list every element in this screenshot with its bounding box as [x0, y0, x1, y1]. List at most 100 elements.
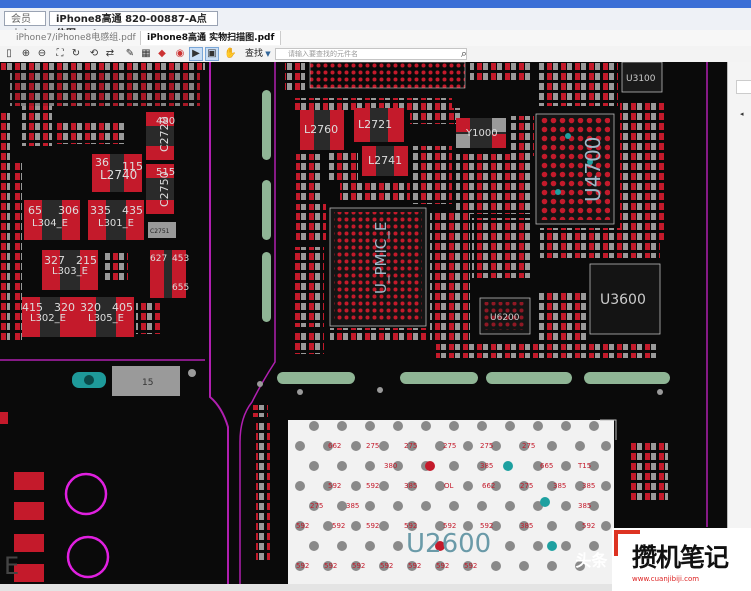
label-l305: L305_E [88, 313, 124, 324]
pin-label: 662 [328, 442, 341, 450]
label-c2750: C2750 [158, 171, 171, 207]
pin-label: 385 [404, 482, 417, 490]
pin-label: 592 [366, 482, 379, 490]
select-icon[interactable]: ▶ [189, 47, 203, 61]
label-l2741: L2741 [368, 154, 402, 167]
label-453: 453 [172, 254, 189, 264]
pin-label: 592 [296, 562, 309, 570]
pin-label: 592 [296, 522, 309, 530]
label-u-pmic: U_PMIC_E [372, 222, 391, 294]
label-l301: L301_E [98, 218, 134, 229]
label-65: 65 [28, 204, 42, 217]
label-435: 435 [122, 204, 143, 217]
member-center-tab[interactable]: 会员中心 [4, 11, 46, 40]
right-panel[interactable]: ◂ [727, 62, 751, 591]
label-u2600: U2600 [406, 529, 491, 559]
pin-label: 662 [482, 482, 495, 490]
pin-label: 385 [480, 462, 493, 470]
label-l2740: L2740 [100, 168, 137, 182]
chip-u2600[interactable]: 662 275 275 275 275 275 380 385 665 T15 … [288, 420, 614, 584]
zoom-out-icon[interactable]: ⊖ [36, 48, 48, 60]
label-c2751: C2751 [150, 228, 170, 235]
net-icon[interactable]: ◉ [174, 48, 186, 60]
measure-icon[interactable]: ▣ [205, 47, 219, 61]
inductor-l302[interactable]: 415 320 L302_E [22, 297, 78, 337]
rotate-icon[interactable]: ⟲ [88, 48, 100, 60]
pin-label: OL [444, 482, 454, 490]
capacitor-c2750[interactable]: 515 C2750 [146, 164, 175, 214]
label-15: 15 [142, 378, 153, 388]
chip-u3600[interactable]: U3600 [589, 263, 661, 335]
pin-label: 275 [480, 442, 493, 450]
inductor-l2741[interactable]: L2741 [362, 146, 408, 176]
label-335: 335 [90, 204, 111, 217]
pin-label: 385 [553, 482, 566, 490]
title-bar [0, 0, 751, 8]
label-l2760: L2760 [304, 123, 338, 136]
pin-label: 385 [520, 522, 533, 530]
inductor-l305[interactable]: 320 405 L305_E [78, 297, 134, 337]
refresh-icon[interactable]: ↻ [70, 48, 82, 60]
inductor-l303[interactable]: 327 215 L303_E [42, 250, 98, 290]
inductor-l301[interactable]: 335 435 L301_E [88, 200, 144, 240]
pan-icon[interactable]: ✋ [224, 48, 236, 60]
pin-label: 592 [328, 482, 341, 490]
pin-label: T15 [577, 462, 591, 470]
inductor-l2740[interactable]: 36 115 L2740 [92, 154, 143, 192]
toolbar: ▯ ⊕ ⊖ ⛶ ↻ ⟲ ⇄ ✎ ▦ ◆ ◉ ▶ ▣ ✋ 查找 ▼ 请输入要查找的… [0, 46, 751, 63]
search-icon[interactable]: ⌕ [458, 48, 470, 60]
pin-label: 275 [366, 442, 379, 450]
label-l304: L304_E [32, 218, 68, 229]
find-label: 查找 [245, 49, 264, 59]
pin-label: 592 [582, 522, 595, 530]
pin-label: 592 [436, 562, 449, 570]
inductor-l2760[interactable]: L2760 [300, 110, 344, 150]
tab-inductor-pdf[interactable]: iPhone7/iPhone8电感组.pdf [10, 31, 142, 45]
pin-label: 275 [520, 482, 533, 490]
label-c2720: C2720 [158, 116, 171, 152]
panel-box [736, 80, 751, 94]
zoom-in-icon[interactable]: ⊕ [20, 48, 32, 60]
label-u3100: U3100 [626, 74, 656, 84]
flip-icon[interactable]: ⇄ [104, 48, 116, 60]
chip-u6200[interactable]: U6200 [479, 297, 531, 335]
component-search-input[interactable]: 请输入要查找的元件名 [275, 48, 467, 60]
pin-label: 592 [324, 562, 337, 570]
layout-icon[interactable]: ▯ [3, 48, 15, 60]
pin-label: 592 [408, 562, 421, 570]
component-c401[interactable]: 627 453 655 [150, 250, 189, 298]
fit-icon[interactable]: ⛶ [54, 48, 66, 60]
label-l303: L303_E [52, 266, 88, 277]
logo-text: 攒机笔记 [632, 543, 729, 572]
chip-u4700[interactable]: U4700 [535, 113, 615, 225]
color-icon[interactable]: ◆ [156, 48, 168, 60]
crystal-y1000[interactable]: Y1000 [456, 118, 506, 148]
highlight-icon[interactable]: ▦ [140, 48, 152, 60]
label-306: 306 [58, 204, 79, 217]
pin-label: 385 [578, 502, 591, 510]
site-logo: 攒机笔记 www.cuanjibiji.com [612, 528, 751, 591]
chip-u-pmic[interactable]: U_PMIC_E [329, 207, 427, 327]
pin-label: 385 [346, 502, 359, 510]
brush-icon[interactable]: ✎ [124, 48, 136, 60]
pin-label: 592 [366, 522, 379, 530]
pin-label: 385 [582, 482, 595, 490]
document-tabs-bar: iPhone7/iPhone8电感组.pdf iPhone8高通 实物扫描图.p… [0, 30, 751, 47]
label-edge-e: E [4, 552, 19, 580]
pcb-canvas[interactable]: 36 115 L2740 480 C2720 515 C2750 C2751 6… [0, 62, 727, 584]
pcb-file-tab[interactable]: iPhone8高通 820-00887-A点位图.pcb [49, 11, 218, 40]
pcb-board-view: 36 115 L2740 480 C2720 515 C2750 C2751 6… [0, 62, 708, 584]
inductor-l304[interactable]: 65 306 L304_E [24, 200, 80, 240]
pin-label: 592 [380, 562, 393, 570]
capacitor-c2720[interactable]: 480 C2720 [146, 112, 175, 160]
panel-marker: ◂ [740, 110, 744, 118]
tab-scan-pdf[interactable]: iPhone8高通 实物扫描图.pdf [140, 31, 282, 45]
label-u6200: U6200 [490, 313, 520, 323]
chevron-down-icon[interactable]: ▼ [264, 48, 272, 60]
inductor-l2721[interactable]: L2721 [354, 108, 404, 142]
pin-label: 275 [310, 502, 323, 510]
pin-label: 380 [384, 462, 397, 470]
label-u3600: U3600 [600, 292, 646, 308]
pin-label: 275 [404, 442, 417, 450]
pin-label: 592 [464, 562, 477, 570]
